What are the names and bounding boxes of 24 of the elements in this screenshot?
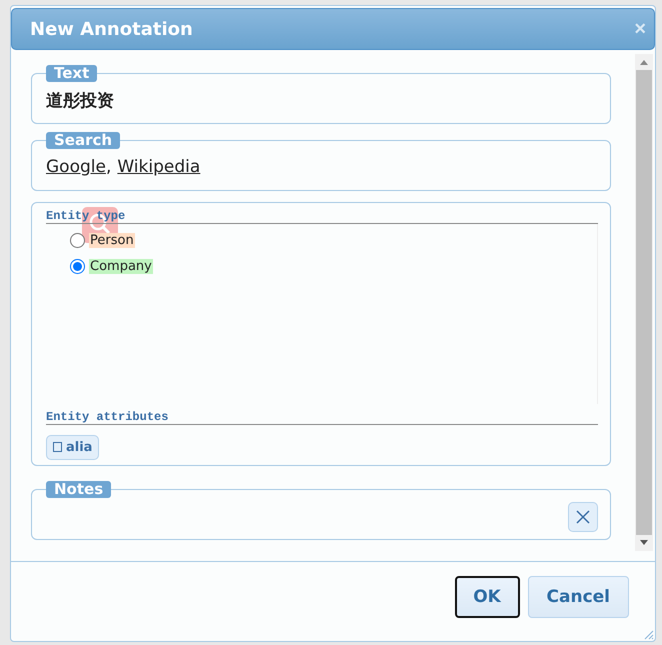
fieldset-legend: Search <box>46 132 120 149</box>
close-icon <box>575 508 591 525</box>
search-link[interactable]: Wikipedia <box>117 157 200 178</box>
radio-button[interactable] <box>70 259 85 274</box>
fieldset-legend: Text <box>46 65 98 82</box>
search-link[interactable]: Google <box>46 157 106 178</box>
cancel-button[interactable]: Cancel <box>528 576 629 618</box>
fieldset-legend: Notes <box>46 481 112 498</box>
ok-button[interactable]: OK <box>454 576 520 618</box>
scrollbar[interactable] <box>635 54 653 551</box>
section-heading: Entity attributes <box>46 410 598 425</box>
attribute-toggle[interactable]: alia <box>46 434 100 460</box>
annotation-text: 道彤投资 <box>46 90 114 112</box>
up-arrow-icon <box>639 58 649 66</box>
section-heading: Entity type <box>46 208 598 224</box>
window-title: New Annotation <box>30 18 193 40</box>
option-label[interactable]: Person <box>89 233 135 248</box>
separator: , <box>106 157 112 178</box>
resize-grip-icon[interactable] <box>642 628 654 640</box>
scroll-thumb[interactable] <box>636 70 652 535</box>
clear-button[interactable] <box>568 502 598 532</box>
down-arrow-icon <box>639 539 649 547</box>
radio-button[interactable] <box>70 233 85 248</box>
option-label[interactable]: Company <box>89 259 153 274</box>
